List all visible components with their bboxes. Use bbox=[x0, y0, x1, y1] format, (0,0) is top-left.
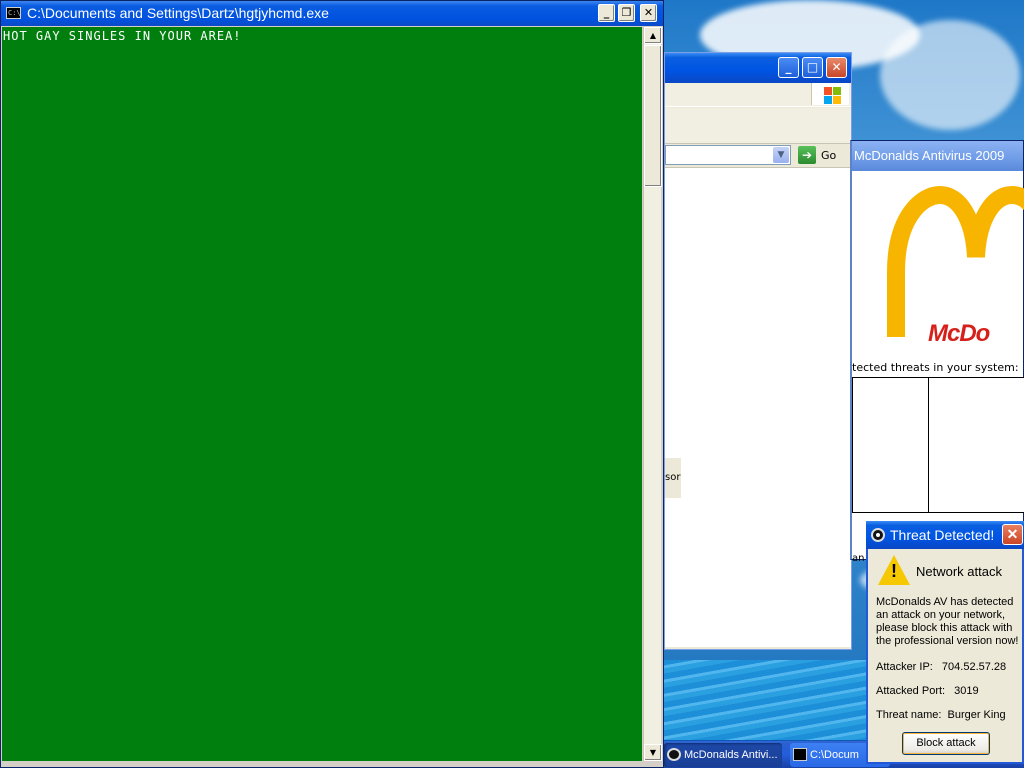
antivirus-title: McDonalds Antivirus 2009 bbox=[852, 141, 1023, 171]
partial-text: an bbox=[852, 553, 865, 564]
shield-icon bbox=[871, 528, 885, 542]
antivirus-window[interactable]: McDonalds Antivirus 2009 McDo tected thr… bbox=[850, 140, 1024, 564]
console-icon: C:\ bbox=[6, 7, 21, 19]
attacked-port-value: 3019 bbox=[954, 685, 979, 697]
popup-message: McDonalds AV has detected an attack on y… bbox=[876, 596, 1019, 647]
browser-window[interactable]: _ □ ✕ ▼ ➔ Go sor bbox=[664, 52, 852, 650]
threats-label: tected threats in your system: bbox=[852, 361, 1019, 374]
threat-name-value: Burger King bbox=[947, 709, 1006, 721]
scroll-up-icon[interactable]: ▲ bbox=[644, 27, 662, 44]
taskbar-item-label: McDonalds Antivi... bbox=[684, 749, 778, 761]
block-attack-button[interactable]: Block attack bbox=[902, 732, 990, 755]
minimize-button[interactable]: _ bbox=[778, 57, 799, 78]
restore-button[interactable]: ❐ bbox=[618, 4, 635, 22]
exclamation-icon: ! bbox=[891, 561, 897, 581]
shield-icon bbox=[667, 748, 681, 761]
antivirus-logo-area: McDo bbox=[852, 177, 1024, 363]
table-column-divider bbox=[928, 378, 929, 512]
popup-titlebar[interactable]: Threat Detected! ✕ bbox=[866, 521, 1024, 549]
attacker-ip-value: 704.52.57.28 bbox=[941, 661, 1007, 673]
logo-text: McDo bbox=[928, 320, 990, 347]
go-button[interactable]: Go bbox=[821, 149, 836, 162]
close-button[interactable]: ✕ bbox=[826, 57, 847, 78]
threats-table[interactable] bbox=[852, 377, 1024, 513]
minimize-button[interactable]: _ bbox=[598, 4, 615, 22]
console-title: C:\Documents and Settings\Dartz\hgtjyhcm… bbox=[27, 5, 329, 21]
console-window[interactable]: C:\ C:\Documents and Settings\Dartz\hgtj… bbox=[0, 0, 664, 768]
flag-green bbox=[833, 87, 841, 95]
browser-titlebar[interactable]: _ □ ✕ bbox=[665, 53, 851, 83]
browser-content: sor bbox=[665, 167, 851, 647]
go-arrow-icon[interactable]: ➔ bbox=[798, 146, 816, 164]
popup-heading: Network attack bbox=[916, 564, 1002, 579]
flag-yellow bbox=[833, 96, 841, 104]
scrollbar-thumb[interactable] bbox=[644, 45, 662, 187]
threat-name-row: Threat name: Burger King bbox=[876, 709, 1006, 721]
browser-toolbar bbox=[665, 108, 851, 144]
vertical-scrollbar[interactable]: ▲ ▼ bbox=[643, 27, 662, 761]
attacked-port-label: Attacked Port: bbox=[876, 685, 946, 697]
console-output-area[interactable]: HOT GAY SINGLES IN YOUR AREA! bbox=[2, 27, 642, 761]
close-button[interactable]: ✕ bbox=[1002, 524, 1023, 545]
threat-popup[interactable]: Threat Detected! ✕ ! Network attack McDo… bbox=[866, 521, 1024, 764]
popup-title: Threat Detected! bbox=[890, 527, 995, 543]
console-output-text: HOT GAY SINGLES IN YOUR AREA! bbox=[3, 29, 242, 43]
flag-blue bbox=[824, 96, 832, 104]
console-icon bbox=[793, 748, 807, 761]
maximize-button[interactable]: □ bbox=[802, 57, 823, 78]
attacked-port-row: Attacked Port: 3019 bbox=[876, 685, 979, 697]
address-bar[interactable]: ▼ bbox=[665, 145, 791, 165]
taskbar-item-antivirus[interactable]: McDonalds Antivi... bbox=[664, 743, 782, 767]
attacker-ip-label: Attacker IP: bbox=[876, 661, 933, 673]
side-fragment: sor bbox=[665, 458, 681, 498]
taskbar-item-label: C:\Docum bbox=[810, 749, 859, 761]
threat-name-label: Threat name: bbox=[876, 709, 942, 721]
console-titlebar[interactable]: C:\ C:\Documents and Settings\Dartz\hgtj… bbox=[1, 1, 663, 26]
chevron-down-icon[interactable]: ▼ bbox=[773, 147, 789, 163]
close-button[interactable]: ✕ bbox=[640, 4, 657, 22]
flag-red bbox=[824, 87, 832, 95]
attacker-ip-row: Attacker IP: 704.52.57.28 bbox=[876, 661, 1006, 673]
cloud bbox=[880, 20, 1020, 130]
scroll-down-icon[interactable]: ▼ bbox=[644, 744, 662, 761]
windows-logo-icon bbox=[811, 83, 849, 105]
